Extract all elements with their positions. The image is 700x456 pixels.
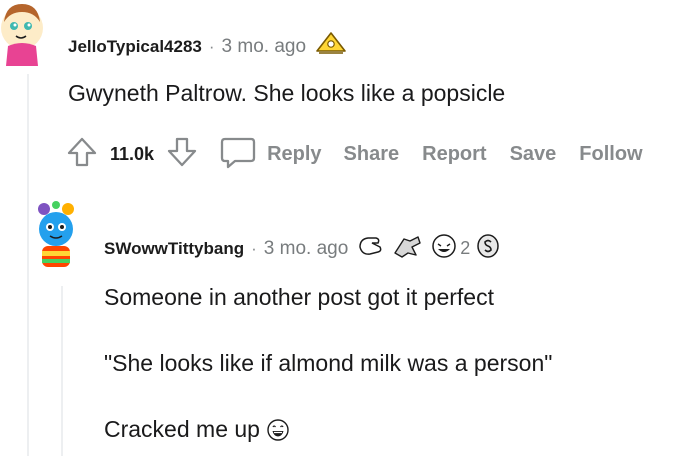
follow-button[interactable]: Follow (579, 143, 642, 166)
reply-label: Reply (267, 143, 322, 165)
thread-line-parent[interactable] (27, 74, 29, 456)
reply-avatar[interactable] (36, 201, 76, 267)
vote-count: 11.0k (110, 144, 155, 164)
username[interactable]: JelloTypical4283 (68, 37, 202, 57)
reply-timestamp[interactable]: 3 mo. ago (264, 238, 349, 260)
report-button[interactable]: Report (422, 143, 486, 166)
bless-award-icon[interactable] (390, 233, 424, 264)
upvote-icon[interactable] (64, 134, 100, 175)
laugh-award-icon[interactable] (430, 233, 458, 264)
reply-line: Cracked me up (104, 416, 260, 442)
avatar[interactable] (0, 0, 44, 66)
comment-actions: 11.0k Reply Share Report Save Follow (64, 134, 643, 175)
award-icon[interactable] (314, 30, 348, 63)
reply-username[interactable]: SWowwTittybang (104, 239, 244, 259)
reply-separator: · (251, 238, 257, 258)
award-count: 2 (460, 238, 471, 258)
timestamp[interactable]: 3 mo. ago (222, 36, 307, 58)
comment-icon (219, 134, 257, 175)
separator: · (208, 36, 215, 56)
silver-award-icon[interactable] (476, 233, 500, 264)
reply-line: Someone in another post got it perfect (104, 284, 494, 310)
share-button[interactable]: Share (344, 143, 400, 166)
hand-award-icon[interactable] (356, 233, 384, 264)
reply-line: "She looks like if almond milk was a per… (104, 350, 553, 376)
grin-emoji-icon (266, 418, 290, 442)
reply-meta: SWowwTittybang · 3 mo. ago 2 (104, 233, 500, 264)
downvote-icon[interactable] (165, 134, 199, 175)
comment-meta: JelloTypical4283 · 3 mo. ago (68, 30, 348, 63)
thread-line-reply[interactable] (61, 286, 63, 456)
comment-body: Gwyneth Paltrow. She looks like a popsic… (68, 80, 506, 106)
save-button[interactable]: Save (510, 143, 557, 166)
reply-button[interactable]: Reply (219, 134, 322, 175)
reply-last-line: Cracked me up (104, 416, 290, 443)
